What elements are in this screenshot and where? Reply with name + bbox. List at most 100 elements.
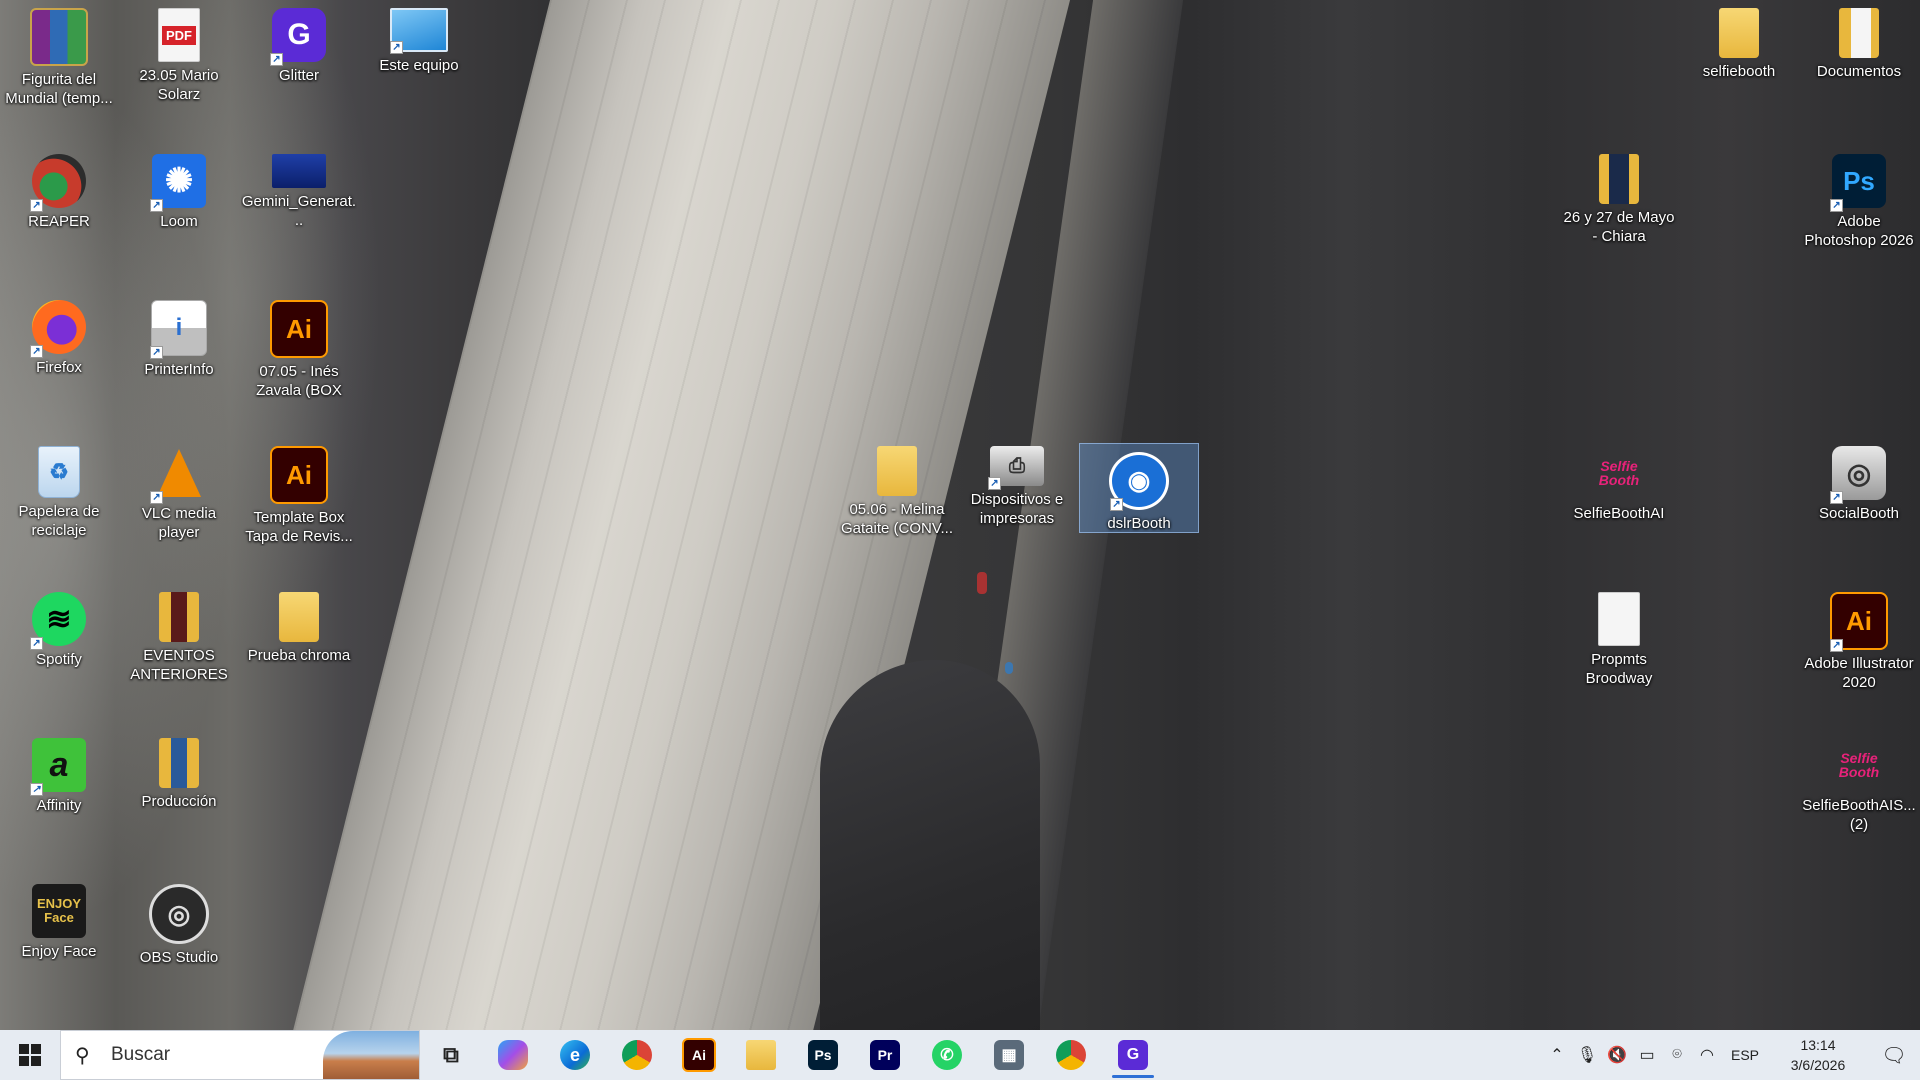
desktop-icon-affinity[interactable]: a ↗ Affinity	[0, 730, 118, 870]
wallpaper-boulder	[820, 660, 1040, 1030]
desktop-icon-prueba-chroma[interactable]: Prueba chroma	[240, 584, 358, 724]
desktop-icon-propmts-broodway[interactable]: Propmts Broodway	[1560, 584, 1678, 724]
glitter-app-icon: G ↗	[270, 8, 326, 66]
desktop-icon-spotify[interactable]: ≋ ↗ Spotify	[0, 584, 118, 724]
desktop-icon-ines-zavala[interactable]: Ai 07.05 - Inés Zavala (BOX TA...	[240, 292, 358, 432]
desktop-icon-produccion[interactable]: Producción	[120, 730, 238, 870]
desktop-icon-documentos[interactable]: Documentos	[1800, 0, 1918, 140]
desktop-icon-label: Figurita del Mundial (temp...	[5, 71, 113, 107]
taskbar-file-explorer[interactable]	[730, 1030, 792, 1080]
taskbar-glitter[interactable]: G	[1102, 1030, 1164, 1080]
taskbar-chrome[interactable]	[1040, 1030, 1102, 1080]
desktop-icon-photoshop[interactable]: Ps ↗ Adobe Photoshop 2026	[1800, 146, 1918, 286]
search-placeholder: Buscar	[111, 1044, 171, 1065]
desktop-icon-illustrator[interactable]: Ai ↗ Adobe Illustrator 2020	[1800, 584, 1918, 724]
chevron-up-icon[interactable]: ⌃	[1542, 1045, 1572, 1065]
printer-info-icon: i ↗	[150, 300, 207, 359]
desktop-icon-enjoy-face[interactable]: ENJOY Face Enjoy Face	[0, 876, 118, 1016]
clock[interactable]: 13:14 3/6/2026	[1768, 1035, 1868, 1075]
devices-printers-icon: ⎙ ↗	[988, 446, 1044, 490]
taskbar-illustrator[interactable]: Ai	[668, 1030, 730, 1080]
illustrator-icon: Ai ↗	[1830, 592, 1888, 652]
taskbar-task-view[interactable]: ⧉	[420, 1030, 482, 1080]
loom-icon: ✺ ↗	[150, 154, 206, 212]
taskbar-copilot[interactable]	[482, 1030, 544, 1080]
windows-logo-icon	[19, 1044, 41, 1066]
desktop-icon-firefox[interactable]: ↗ Firefox	[0, 292, 118, 432]
premiere-icon: Pr	[870, 1040, 900, 1070]
desktop-icon-reaper[interactable]: ↗ REAPER	[0, 146, 118, 286]
desktop-icon-dispositivos-impresoras[interactable]: ⎙ ↗ Dispositivos e impresoras	[958, 438, 1076, 578]
language-indicator[interactable]: ESP	[1722, 1047, 1768, 1063]
wifi-icon[interactable]: ◠	[1692, 1045, 1722, 1065]
desktop-icon-loom[interactable]: ✺ ↗ Loom	[120, 146, 238, 286]
spotify-icon: ≋ ↗	[30, 592, 86, 650]
chrome-icon	[1056, 1040, 1086, 1070]
desktop-icon-label: Loom	[160, 213, 198, 230]
winrar-archive-icon	[30, 8, 88, 66]
desktop-icon-label: Papelera de reciclaje	[18, 503, 100, 539]
taskbar-search-box[interactable]: ⚲ Buscar	[60, 1030, 420, 1080]
dslrbooth-icon: ◉ ↗	[1109, 452, 1169, 511]
desktop-icon-dslrbooth[interactable]: ◉ ↗ dslrBooth	[1079, 443, 1199, 533]
desktop-icon-eventos-anteriores[interactable]: EVENTOS ANTERIORES	[120, 584, 238, 724]
taskbar-chrome-profile[interactable]	[606, 1030, 668, 1080]
desktop-icon-label: Gemini_Generat...	[241, 193, 357, 229]
desktop-icon-glitter[interactable]: G ↗ Glitter	[240, 0, 358, 140]
desktop-icon-socialbooth[interactable]: ◎ ↗ SocialBooth	[1800, 438, 1918, 578]
desktop-icon-selfieboothais-2[interactable]: Selfie Booth SelfieBoothAIS... (2)	[1800, 730, 1918, 870]
desktop-icon-mario-solarz[interactable]: PDF 23.05 Mario Solarz	[120, 0, 238, 140]
shortcut-arrow-icon: ↗	[150, 346, 163, 359]
illustrator-icon: Ai	[682, 1038, 716, 1072]
speaker-muted-icon[interactable]: 🔇	[1602, 1045, 1632, 1065]
desktop-icon-selfieboothai[interactable]: Selfie Booth SelfieBoothAI	[1560, 438, 1678, 578]
desktop-icon-printerinfo[interactable]: i ↗ PrinterInfo	[120, 292, 238, 432]
desktop-icon-label: Spotify	[36, 651, 82, 668]
desktop-icon-selfiebooth[interactable]: selfiebooth	[1680, 0, 1798, 140]
taskbar-photoshop[interactable]: Ps	[792, 1030, 854, 1080]
shortcut-arrow-icon: ↗	[270, 53, 283, 66]
battery-icon[interactable]: ▭	[1632, 1045, 1662, 1065]
obs-icon: ◎	[149, 884, 209, 944]
folder-icon	[877, 446, 917, 496]
desktop-icon-label: Documentos	[1816, 63, 1902, 80]
notification-center-icon[interactable]: 🗨	[1868, 1043, 1920, 1068]
image-file-icon	[272, 154, 326, 188]
folder-icon	[1839, 8, 1879, 58]
camera-icon[interactable]: ⌾	[1662, 1046, 1692, 1064]
desktop-icon-label: selfiebooth	[1702, 63, 1776, 80]
shortcut-arrow-icon: ↗	[30, 637, 43, 650]
microphone-icon[interactable]: 🎙	[1572, 1045, 1602, 1065]
desktop-icon-label: 23.05 Mario Solarz	[139, 67, 219, 103]
shortcut-arrow-icon: ↗	[390, 41, 403, 54]
desktop-icon-label: Producción	[141, 793, 217, 810]
desktop-icon-template-box[interactable]: Ai Template Box Tapa de Revis...	[240, 438, 358, 578]
affinity-icon: a ↗	[30, 738, 86, 796]
shortcut-arrow-icon: ↗	[150, 491, 163, 504]
desktop-icon-chiara-cappell[interactable]: 26 y 27 de Mayo - Chiara Cappell...	[1560, 146, 1678, 286]
desktop-icon-label: Dispositivos e impresoras	[970, 491, 1064, 527]
desktop-icon-vlc[interactable]: ↗ VLC media player	[120, 438, 238, 578]
taskbar-whatsapp[interactable]: ✆	[916, 1030, 978, 1080]
desktop-icon-label: VLC media player	[141, 505, 217, 541]
desktop-icon-obs[interactable]: ◎ OBS Studio	[120, 876, 238, 1016]
desktop-icon-este-equipo[interactable]: ↗ Este equipo	[360, 0, 478, 140]
computer-icon: ↗	[390, 8, 448, 54]
shortcut-arrow-icon: ↗	[30, 345, 43, 358]
illustrator-file-icon: Ai	[270, 300, 328, 358]
camera-icon: ◎ ↗	[1830, 446, 1886, 504]
firefox-icon: ↗	[30, 300, 86, 358]
desktop-icon-label: Adobe Illustrator 2020	[1804, 655, 1914, 691]
taskbar-premiere[interactable]: Pr	[854, 1030, 916, 1080]
calculator-icon: ▦	[994, 1040, 1024, 1070]
desktop-icon-recycle-bin[interactable]: ♻ Papelera de reciclaje	[0, 438, 118, 578]
taskbar-calculator[interactable]: ▦	[978, 1030, 1040, 1080]
desktop-icon-melina-gataite[interactable]: 05.06 - Melina Gataite (CONV...	[838, 438, 956, 578]
folder-icon	[1599, 154, 1639, 204]
folder-icon	[159, 738, 199, 788]
desktop-icon-figurita[interactable]: Figurita del Mundial (temp...	[0, 0, 118, 140]
desktop-icon-gemini-generated[interactable]: Gemini_Generat...	[240, 146, 358, 286]
shortcut-arrow-icon: ↗	[988, 477, 1001, 490]
taskbar-edge[interactable]: e	[544, 1030, 606, 1080]
start-button[interactable]	[0, 1030, 60, 1080]
